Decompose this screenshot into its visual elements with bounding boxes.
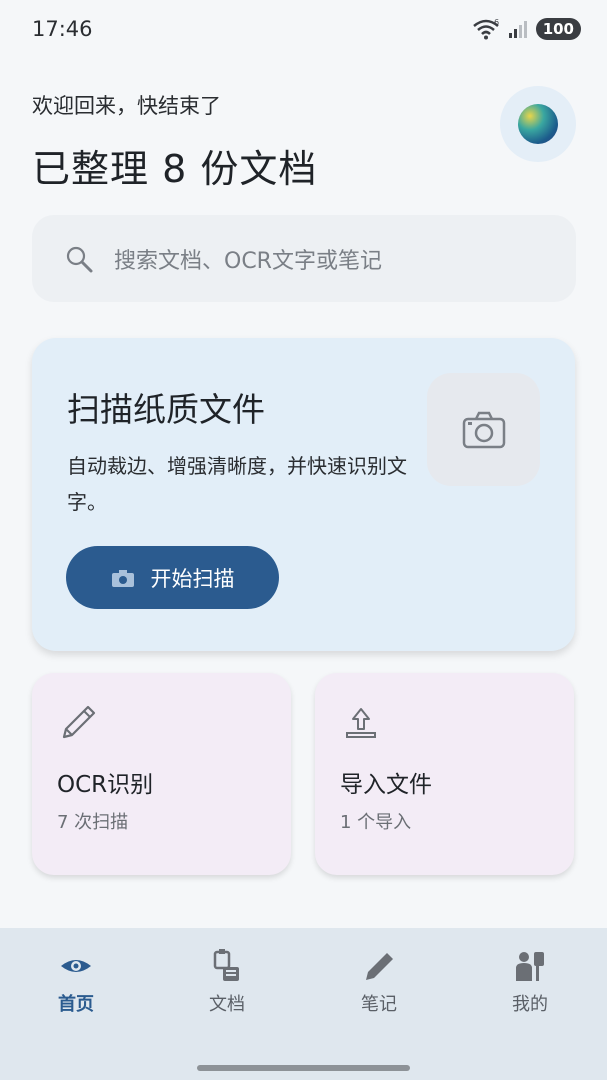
scan-card-description: 自动裁边、增强清晰度，并快速识别文字。 bbox=[67, 454, 407, 514]
nav-notes[interactable]: 笔记 bbox=[319, 948, 439, 1018]
pencil-icon bbox=[62, 705, 96, 739]
document-stack-icon bbox=[213, 949, 239, 981]
svg-text:6: 6 bbox=[494, 18, 499, 27]
pencil-icon bbox=[366, 953, 393, 980]
camera-icon bbox=[111, 569, 134, 587]
nav-home[interactable]: 首页 bbox=[16, 948, 136, 1018]
avatar-button[interactable] bbox=[500, 86, 576, 162]
status-bar: 17:46 6 100 bbox=[0, 0, 607, 60]
start-scan-button[interactable]: 开始扫描 bbox=[66, 546, 279, 609]
scan-card-title: 扫描纸质文件 bbox=[67, 390, 265, 429]
import-card[interactable]: 导入文件 1 个导入 bbox=[315, 673, 574, 875]
status-icons: 6 100 bbox=[472, 18, 581, 40]
nav-documents-label: 文档 bbox=[209, 994, 245, 1015]
import-card-title: 导入文件 bbox=[340, 772, 432, 798]
ocr-card-title: OCR识别 bbox=[57, 772, 154, 798]
start-scan-label: 开始扫描 bbox=[150, 566, 235, 591]
upload-icon bbox=[346, 708, 376, 738]
nav-home-label: 首页 bbox=[58, 994, 94, 1015]
search-placeholder: 搜索文档、OCR文字或笔记 bbox=[114, 248, 382, 274]
nav-profile-label: 我的 bbox=[512, 994, 548, 1015]
nav-documents[interactable]: 文档 bbox=[167, 948, 287, 1018]
scan-card[interactable]: 扫描纸质文件 自动裁边、增强清晰度，并快速识别文字。 开始扫描 bbox=[32, 338, 575, 651]
ocr-card[interactable]: OCR识别 7 次扫描 bbox=[32, 673, 291, 875]
nav-profile[interactable]: 我的 bbox=[470, 948, 590, 1018]
import-card-subtitle: 1 个导入 bbox=[340, 812, 412, 833]
search-bar[interactable]: 搜索文档、OCR文字或笔记 bbox=[32, 215, 576, 302]
person-icon bbox=[516, 952, 544, 981]
search-icon bbox=[66, 246, 93, 272]
ocr-card-subtitle: 7 次扫描 bbox=[57, 812, 129, 833]
camera-icon bbox=[462, 411, 505, 448]
wifi-icon: 6 bbox=[472, 18, 499, 40]
avatar bbox=[518, 104, 558, 144]
greeting-text: 欢迎回来，快结束了 bbox=[32, 94, 221, 118]
status-time: 17:46 bbox=[32, 17, 93, 41]
nav-notes-label: 笔记 bbox=[361, 994, 397, 1015]
scan-camera-tile[interactable] bbox=[427, 373, 540, 486]
bottom-nav: 首页 文档 笔记 我的 bbox=[0, 928, 607, 1080]
battery-indicator: 100 bbox=[535, 18, 581, 40]
home-indicator[interactable] bbox=[197, 1065, 410, 1071]
cell-signal-icon bbox=[508, 21, 527, 38]
eye-icon bbox=[61, 960, 91, 972]
page-title: 已整理 8 份文档 bbox=[32, 147, 318, 191]
